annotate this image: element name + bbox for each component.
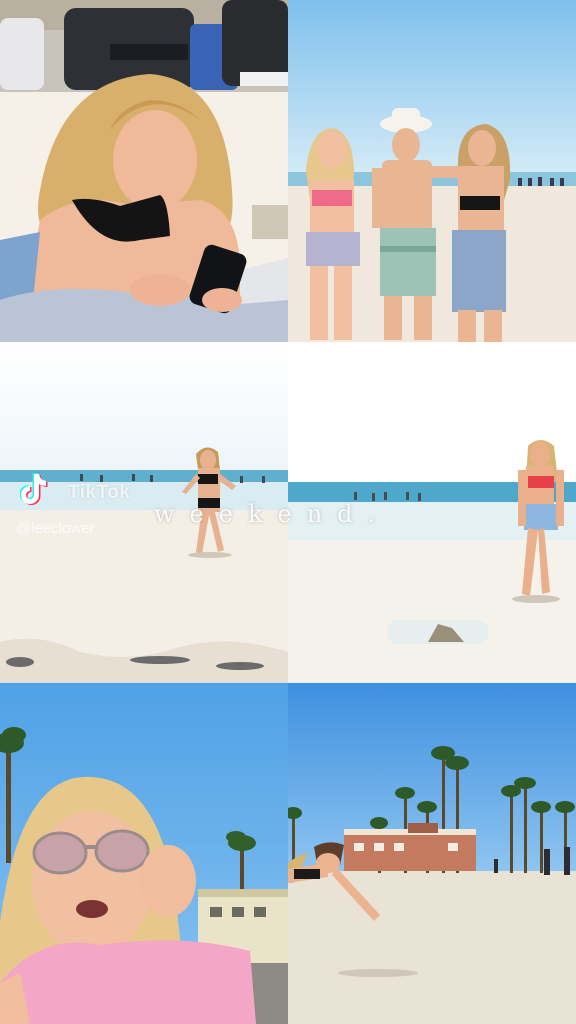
- photo-backflip-beach[interactable]: [288, 683, 576, 1024]
- photo-girl-phone-towel[interactable]: [0, 0, 288, 342]
- photo-girl-walking-shore-image: [0, 342, 288, 683]
- photo-girl-walking-shore[interactable]: [0, 342, 288, 683]
- photo-girl-sunglasses-image: [0, 683, 288, 1024]
- photo-girl-red-bikini[interactable]: [288, 342, 576, 683]
- photo-collage: [0, 0, 576, 1024]
- photo-three-teens[interactable]: [288, 0, 576, 342]
- photo-girl-red-bikini-image: [288, 342, 576, 683]
- photo-three-teens-image: [288, 0, 576, 342]
- photo-backflip-beach-image: [288, 683, 576, 1024]
- photo-girl-phone-towel-image: [0, 0, 288, 342]
- photo-girl-sunglasses[interactable]: [0, 683, 288, 1024]
